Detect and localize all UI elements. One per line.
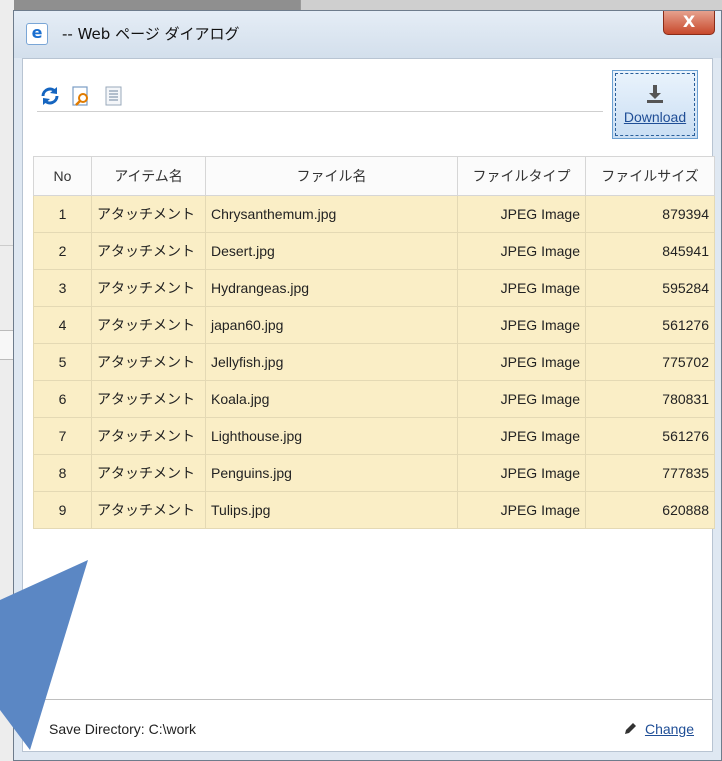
background-panel-edge [0,330,14,360]
column-header-file-name[interactable]: ファイル名 [205,156,458,196]
table-row[interactable]: 6 アタッチメント Koala.jpg JPEG Image 780831 [33,380,715,418]
cell-item-name: アタッチメント [91,269,206,307]
download-icon [647,85,663,103]
cell-no: 4 [33,306,92,344]
cell-file-name: Chrysanthemum.jpg [205,195,458,233]
title-bar[interactable]: e -- Web ページ ダイアログ X [14,11,721,58]
cell-file-size: 879394 [585,195,715,233]
column-header-item-name[interactable]: アイテム名 [91,156,206,196]
cell-no: 1 [33,195,92,233]
cell-file-type: JPEG Image [457,380,586,418]
toolbar-separator [37,111,603,112]
table-row[interactable]: 1 アタッチメント Chrysanthemum.jpg JPEG Image 8… [33,195,715,233]
web-page-dialog: e -- Web ページ ダイアログ X Download No アイテム名 フ… [13,10,722,761]
pencil-icon [624,723,636,734]
cell-file-size: 777835 [585,454,715,492]
cell-file-name: Hydrangeas.jpg [205,269,458,307]
pointer-arrow-annotation [0,560,88,750]
table-row[interactable]: 8 アタッチメント Penguins.jpg JPEG Image 777835 [33,454,715,492]
table-row[interactable]: 9 アタッチメント Tulips.jpg JPEG Image 620888 [33,491,715,529]
cell-item-name: アタッチメント [91,491,206,529]
cell-item-name: アタッチメント [91,195,206,233]
cell-file-name: Penguins.jpg [205,454,458,492]
cell-file-name: japan60.jpg [205,306,458,344]
cell-file-type: JPEG Image [457,269,586,307]
cell-file-name: Jellyfish.jpg [205,343,458,381]
dialog-content: Download No アイテム名 ファイル名 ファイルタイプ ファイルサイズ … [22,58,715,752]
cell-item-name: アタッチメント [91,232,206,270]
column-header-file-type[interactable]: ファイルタイプ [457,156,586,196]
cell-file-type: JPEG Image [457,417,586,455]
cell-file-name: Tulips.jpg [205,491,458,529]
toolbar: Download [23,59,712,155]
list-icon[interactable] [103,85,125,107]
cell-file-name: Desert.jpg [205,232,458,270]
refresh-icon[interactable] [39,85,61,107]
ie-logo-icon: e [26,23,48,45]
cell-file-size: 561276 [585,417,715,455]
change-link[interactable]: Change [645,721,694,737]
cell-file-size: 775702 [585,343,715,381]
preview-icon[interactable] [71,85,93,107]
cell-file-type: JPEG Image [457,454,586,492]
cell-item-name: アタッチメント [91,343,206,381]
cell-no: 3 [33,269,92,307]
cell-item-name: アタッチメント [91,380,206,418]
download-label: Download [623,109,687,125]
cell-file-size: 780831 [585,380,715,418]
download-button[interactable]: Download [612,70,698,139]
cell-no: 2 [33,232,92,270]
cell-file-name: Koala.jpg [205,380,458,418]
cell-file-type: JPEG Image [457,232,586,270]
footer-separator [23,699,712,700]
close-button[interactable]: X [663,11,715,35]
cell-file-size: 845941 [585,232,715,270]
dialog-title: -- Web ページ ダイアログ [62,25,240,43]
column-header-file-size[interactable]: ファイルサイズ [585,156,715,196]
table-row[interactable]: 5 アタッチメント Jellyfish.jpg JPEG Image 77570… [33,343,715,381]
cell-no: 6 [33,380,92,418]
table-row[interactable]: 2 アタッチメント Desert.jpg JPEG Image 845941 [33,232,715,270]
file-table: No アイテム名 ファイル名 ファイルタイプ ファイルサイズ 1 アタッチメント… [33,156,715,529]
cell-file-size: 561276 [585,306,715,344]
background-window-top [300,0,722,10]
cell-item-name: アタッチメント [91,454,206,492]
table-row[interactable]: 7 アタッチメント Lighthouse.jpg JPEG Image 5612… [33,417,715,455]
cell-no: 7 [33,417,92,455]
cell-file-type: JPEG Image [457,306,586,344]
cell-item-name: アタッチメント [91,306,206,344]
cell-file-name: Lighthouse.jpg [205,417,458,455]
table-row[interactable]: 3 アタッチメント Hydrangeas.jpg JPEG Image 5952… [33,269,715,307]
table-row[interactable]: 4 アタッチメント japan60.jpg JPEG Image 561276 [33,306,715,344]
table-header-row: No アイテム名 ファイル名 ファイルタイプ ファイルサイズ [33,156,715,196]
column-header-no[interactable]: No [33,156,92,196]
cell-no: 9 [33,491,92,529]
change-button[interactable]: Change [623,721,694,737]
cell-file-type: JPEG Image [457,343,586,381]
cell-no: 8 [33,454,92,492]
cell-file-size: 595284 [585,269,715,307]
cell-file-size: 620888 [585,491,715,529]
cell-item-name: アタッチメント [91,417,206,455]
cell-no: 5 [33,343,92,381]
cell-file-type: JPEG Image [457,195,586,233]
background-divider [0,245,14,246]
cell-file-type: JPEG Image [457,491,586,529]
